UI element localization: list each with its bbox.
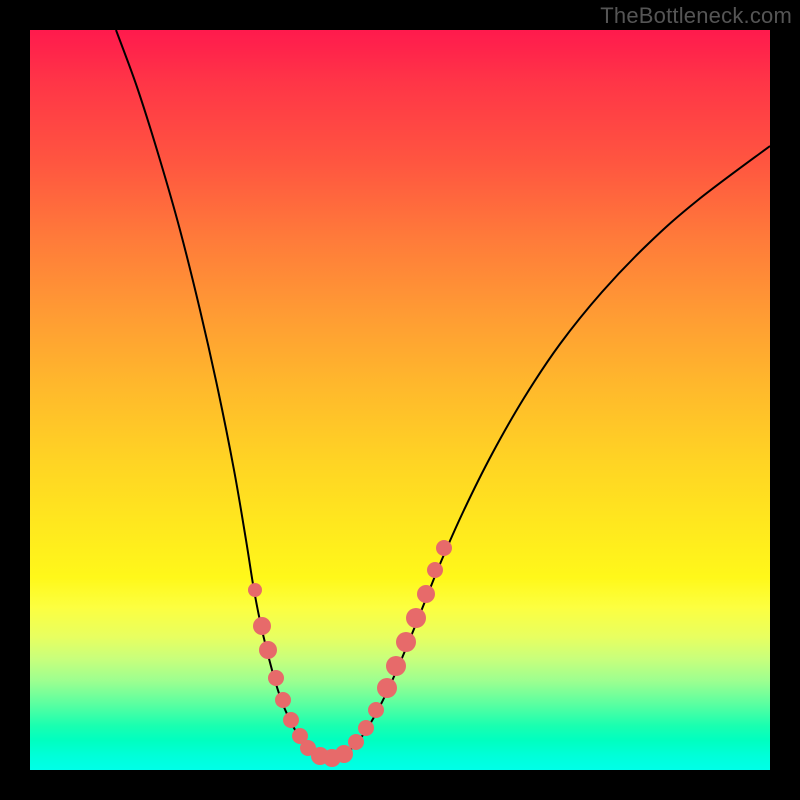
data-marker [436, 540, 452, 556]
data-marker [268, 670, 284, 686]
curve-left-branch [116, 30, 330, 760]
data-marker [358, 720, 374, 736]
data-marker [427, 562, 443, 578]
marker-group [248, 540, 452, 767]
data-marker [396, 632, 416, 652]
data-marker [377, 678, 397, 698]
data-marker [259, 641, 277, 659]
data-marker [368, 702, 384, 718]
plot-area [30, 30, 770, 770]
data-marker [417, 585, 435, 603]
data-marker [283, 712, 299, 728]
data-marker [348, 734, 364, 750]
chart-frame: TheBottleneck.com [0, 0, 800, 800]
data-marker [248, 583, 262, 597]
data-marker [253, 617, 271, 635]
data-marker [406, 608, 426, 628]
data-marker [275, 692, 291, 708]
watermark-text: TheBottleneck.com [600, 3, 792, 29]
data-marker [335, 745, 353, 763]
data-marker [386, 656, 406, 676]
curve-layer [30, 30, 770, 770]
